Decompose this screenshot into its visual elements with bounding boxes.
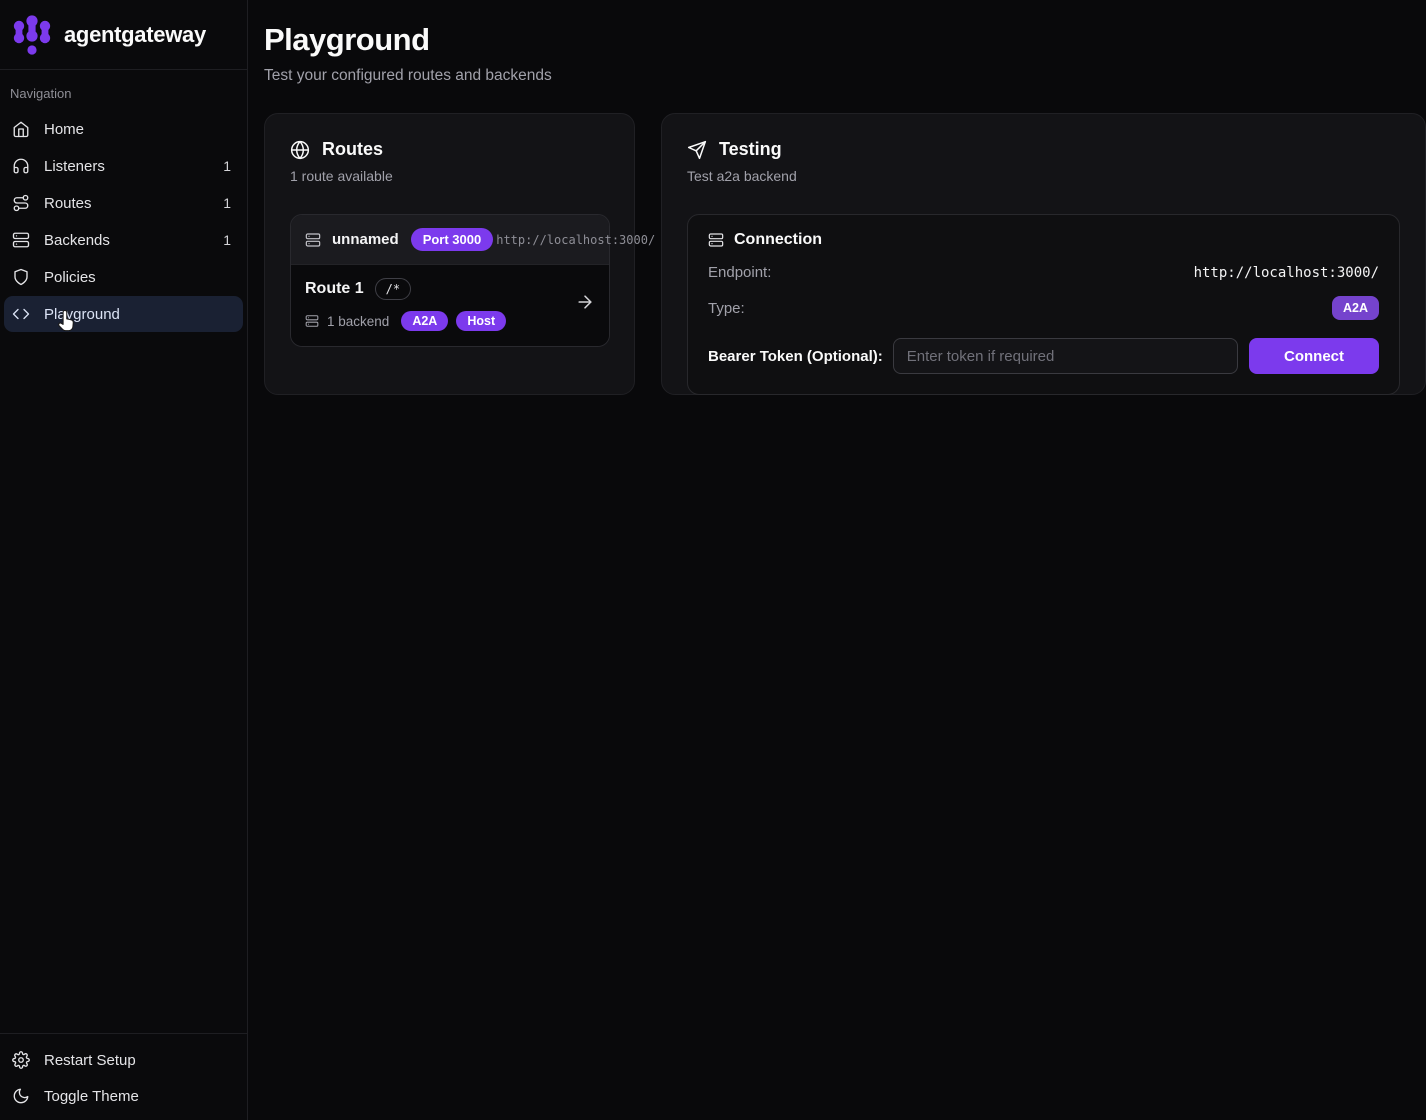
- globe-icon: [290, 140, 310, 160]
- toggle-theme-button[interactable]: Toggle Theme: [4, 1078, 243, 1114]
- route-list-item[interactable]: Route 1 /* 1 backend A2A Host: [291, 264, 609, 346]
- server-icon: [12, 231, 30, 249]
- app-title: agentgateway: [64, 22, 206, 48]
- route-open-arrow[interactable]: [575, 292, 595, 317]
- type-row: Type: A2A: [708, 296, 1379, 320]
- routes-card: Routes 1 route available unnamed Port 30…: [264, 113, 635, 395]
- restart-setup-label: Restart Setup: [44, 1052, 231, 1069]
- send-icon: [687, 140, 707, 160]
- sidebar-item-routes[interactable]: Routes 1: [4, 185, 243, 221]
- toggle-theme-label: Toggle Theme: [44, 1088, 231, 1105]
- endpoint-row: Endpoint: http://localhost:3000/: [708, 264, 1379, 281]
- sidebar-item-policies[interactable]: Policies: [4, 259, 243, 295]
- sidebar-item-home[interactable]: Home: [4, 111, 243, 147]
- sidebar-item-listeners[interactable]: Listeners 1: [4, 148, 243, 184]
- endpoint-value: http://localhost:3000/: [1194, 265, 1379, 281]
- sidebar-item-label: Listeners: [44, 158, 209, 175]
- sidebar-item-playground[interactable]: Playground: [4, 296, 243, 332]
- page-title: Playground: [264, 22, 1426, 58]
- sidebar-footer: Restart Setup Toggle Theme: [0, 1033, 247, 1120]
- sidebar-item-count: 1: [223, 158, 231, 174]
- server-icon: [305, 232, 321, 248]
- server-icon: [305, 314, 319, 328]
- sidebar-item-label: Playground: [44, 306, 231, 323]
- connection-header: Connection: [708, 231, 1379, 249]
- page-subtitle: Test your configured routes and backends: [264, 67, 1426, 85]
- endpoint-label: Endpoint:: [708, 264, 771, 281]
- sidebar-navigation: Navigation Home Listeners 1 Routes 1 Bac…: [0, 70, 247, 1033]
- listener-name: unnamed: [332, 231, 399, 248]
- listener-header: unnamed Port 3000 http://localhost:3000/: [291, 215, 609, 264]
- routes-card-header: Routes: [290, 139, 609, 160]
- connect-button[interactable]: Connect: [1249, 338, 1379, 374]
- route-protocol-badge: A2A: [401, 311, 448, 331]
- testing-card-header: Testing: [687, 139, 1400, 160]
- arrow-right-icon: [575, 292, 595, 312]
- gear-icon: [12, 1051, 30, 1069]
- bearer-token-input[interactable]: [893, 338, 1238, 374]
- code-icon: [12, 305, 30, 323]
- agentgateway-logo-icon: [12, 12, 52, 58]
- route-host-badge: Host: [456, 311, 506, 331]
- bearer-token-row: Bearer Token (Optional): Connect: [708, 338, 1379, 374]
- sidebar-item-count: 1: [223, 232, 231, 248]
- home-icon: [12, 120, 30, 138]
- testing-card-title: Testing: [719, 139, 782, 160]
- route-name: Route 1: [305, 280, 364, 298]
- connection-panel: Connection Endpoint: http://localhost:30…: [687, 214, 1400, 395]
- cards-row: Routes 1 route available unnamed Port 30…: [264, 113, 1426, 395]
- route-backend-count: 1 backend: [327, 314, 389, 329]
- routes-card-title: Routes: [322, 139, 383, 160]
- route-info: Route 1 /* 1 backend A2A Host: [305, 278, 506, 331]
- app-root: agentgateway Navigation Home Listeners 1…: [0, 0, 1426, 1120]
- moon-icon: [12, 1087, 30, 1105]
- listener-group: unnamed Port 3000 http://localhost:3000/…: [290, 214, 610, 347]
- restart-setup-button[interactable]: Restart Setup: [4, 1042, 243, 1078]
- connection-title: Connection: [734, 231, 822, 249]
- main-content: Playground Test your configured routes a…: [248, 0, 1426, 1120]
- testing-card-subtitle: Test a2a backend: [687, 168, 1400, 184]
- listener-port-badge: Port 3000: [411, 228, 494, 251]
- testing-card: Testing Test a2a backend Connection Endp…: [661, 113, 1426, 395]
- type-label: Type:: [708, 300, 745, 317]
- sidebar-item-label: Routes: [44, 195, 209, 212]
- listener-url: http://localhost:3000/: [496, 233, 655, 247]
- nav-section-label: Navigation: [4, 80, 243, 111]
- headphones-icon: [12, 157, 30, 175]
- sidebar-item-label: Policies: [44, 269, 231, 286]
- routes-card-subtitle: 1 route available: [290, 168, 609, 184]
- sidebar-item-backends[interactable]: Backends 1: [4, 222, 243, 258]
- server-icon: [708, 232, 724, 248]
- sidebar-item-label: Backends: [44, 232, 209, 249]
- route-path-badge: /*: [375, 278, 411, 300]
- sidebar-item-count: 1: [223, 195, 231, 211]
- bearer-token-label: Bearer Token (Optional):: [708, 348, 883, 365]
- app-logo: agentgateway: [0, 0, 247, 70]
- type-badge: A2A: [1332, 296, 1379, 320]
- route-icon: [12, 194, 30, 212]
- sidebar: agentgateway Navigation Home Listeners 1…: [0, 0, 248, 1120]
- sidebar-item-label: Home: [44, 121, 231, 138]
- shield-icon: [12, 268, 30, 286]
